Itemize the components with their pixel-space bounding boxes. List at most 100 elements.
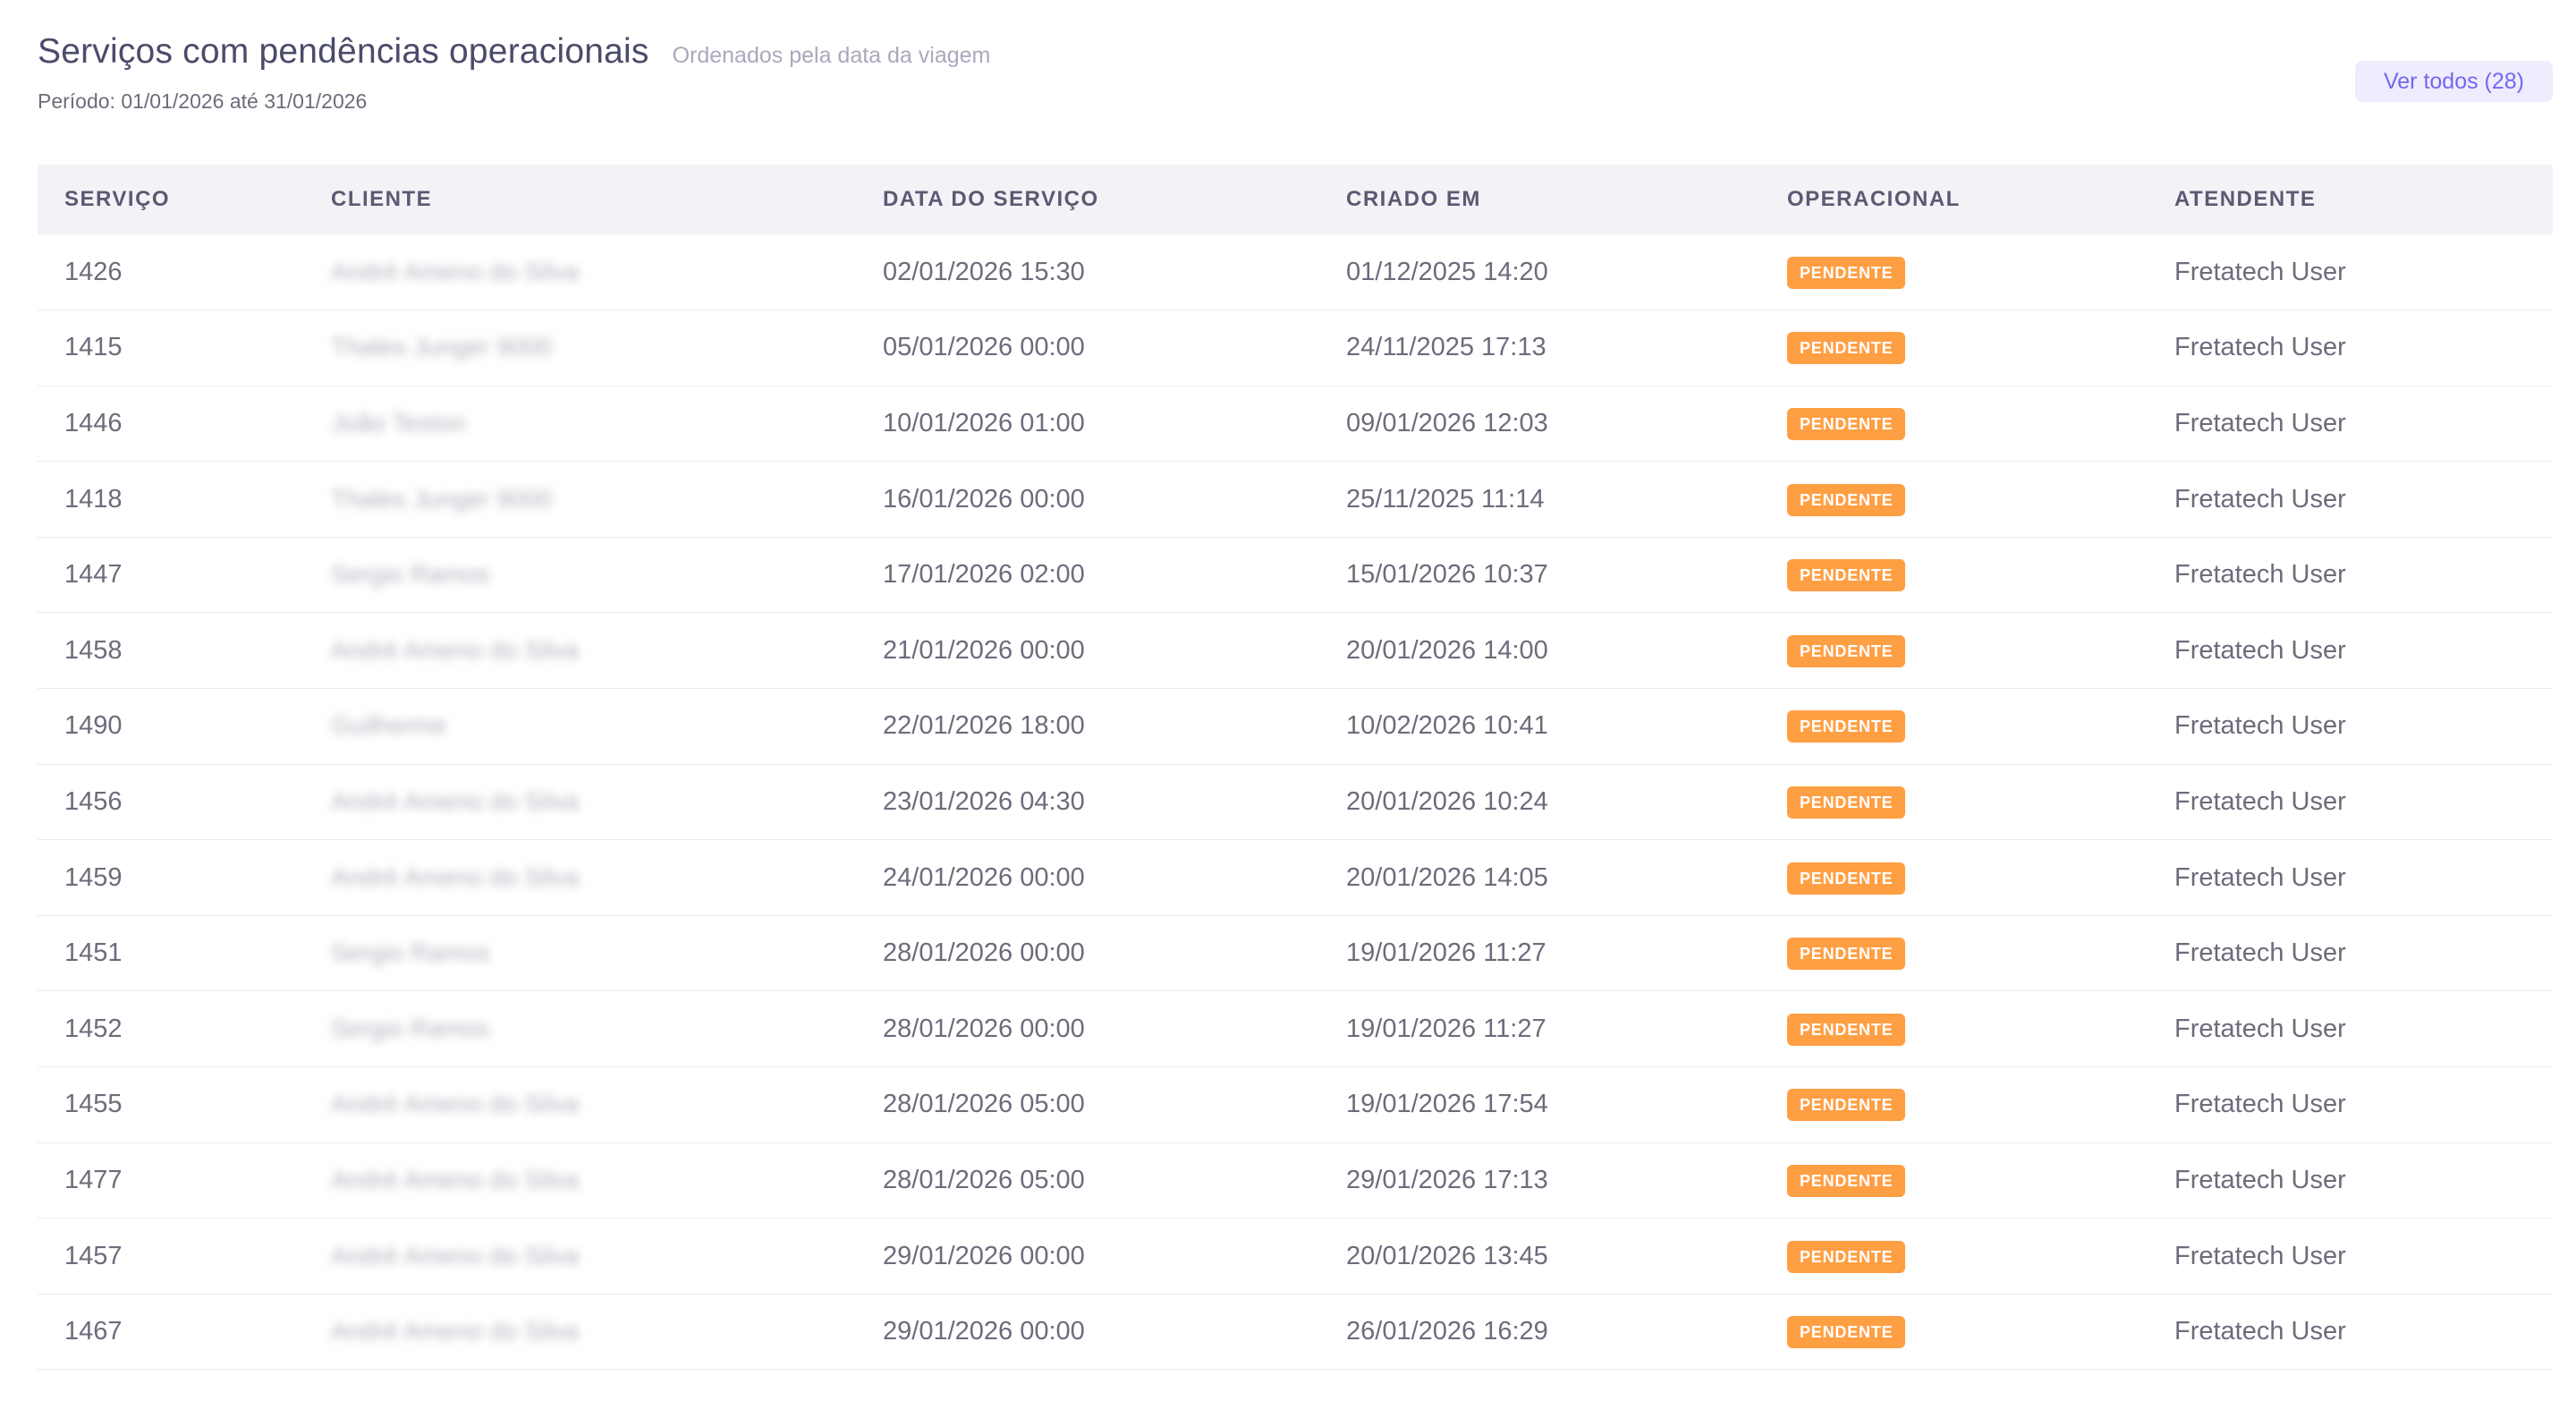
cell-created-at: 19/01/2026 11:27 — [1346, 938, 1546, 968]
client-name: André Ameno do Silva — [331, 635, 580, 664]
cell-service: 1455 — [64, 1090, 123, 1119]
cell-attendant: Fretatech User — [2174, 938, 2346, 968]
cell-client: Thales Junger 9000 — [304, 310, 856, 386]
cell-service-date: 23/01/2026 04:30 — [883, 786, 1085, 816]
column-header-attendant[interactable]: ATENDENTE — [2148, 165, 2553, 234]
page-subtitle: Ordenados pela data da viagem — [672, 43, 991, 68]
status-badge: PENDENTE — [1787, 332, 1906, 365]
table-row[interactable]: 1458 André Ameno do Silva 21/01/2026 00:00… — [38, 613, 2553, 689]
cell-service-date: 29/01/2026 00:00 — [883, 1317, 1085, 1346]
status-badge: PENDENTE — [1787, 1164, 1906, 1197]
table-row[interactable]: 1447 Sergio Ramos 17/01/2026 02:00 15/01/20… — [38, 537, 2553, 613]
cell-operational: PENDENTE — [1760, 386, 2148, 462]
cell-created-at: 26/01/2026 16:29 — [1346, 1317, 1548, 1346]
client-name: André Ameno do Silva — [331, 862, 580, 891]
cell-attendant: Fretatech User — [2174, 560, 2346, 590]
column-header-created-at[interactable]: CRIADO EM — [1319, 165, 1760, 234]
cell-service: 1490 — [64, 711, 123, 741]
table-row[interactable]: 1467 André Ameno do Silva 29/01/2026 00:00… — [38, 1294, 2553, 1370]
client-name: André Ameno do Silva — [331, 1165, 580, 1193]
cell-service: 1451 — [64, 938, 123, 968]
table-row[interactable]: 1446 João Teston 10/01/2026 01:00 09/01/202… — [38, 386, 2553, 462]
table-row[interactable]: 1426 André Ameno do Silva 02/01/2026 15:30… — [38, 234, 2553, 310]
card-header: Serviços com pendências operacionais Ord… — [38, 32, 2553, 131]
cell-created-at: 20/01/2026 10:24 — [1346, 786, 1548, 816]
cell-service: 1415 — [64, 333, 123, 362]
cell-client: Guilherme — [304, 689, 856, 765]
cell-operational: PENDENTE — [1760, 1067, 2148, 1143]
cell-created-at: 25/11/2025 11:14 — [1346, 484, 1545, 514]
cell-service: 1418 — [64, 484, 123, 514]
cell-created-at: 19/01/2026 11:27 — [1346, 1014, 1546, 1043]
status-badge: PENDENTE — [1787, 1316, 1906, 1349]
cell-created-at: 29/01/2026 17:13 — [1346, 1165, 1548, 1194]
table-row[interactable]: 1415 Thales Junger 9000 05/01/2026 00:00 24… — [38, 310, 2553, 386]
status-badge: PENDENTE — [1787, 407, 1906, 440]
table-row[interactable]: 1455 André Ameno do Silva 28/01/2026 05:00… — [38, 1067, 2553, 1143]
status-badge: PENDENTE — [1787, 483, 1906, 516]
status-badge: PENDENTE — [1787, 1240, 1906, 1273]
cell-created-at: 20/01/2026 14:00 — [1346, 635, 1548, 665]
cell-operational: PENDENTE — [1760, 1218, 2148, 1295]
cell-attendant: Fretatech User — [2174, 635, 2346, 665]
cell-attendant: Fretatech User — [2174, 786, 2346, 816]
cell-attendant: Fretatech User — [2174, 1241, 2346, 1270]
cell-created-at: 09/01/2026 12:03 — [1346, 408, 1548, 437]
table-row[interactable]: 1459 André Ameno do Silva 24/01/2026 00:00… — [38, 840, 2553, 916]
table-row[interactable]: 1418 Thales Junger 9000 16/01/2026 00:00 25… — [38, 462, 2553, 538]
cell-attendant: Fretatech User — [2174, 484, 2346, 514]
cell-service-date: 28/01/2026 05:00 — [883, 1165, 1085, 1194]
column-header-client[interactable]: CLIENTE — [304, 165, 856, 234]
client-name: Sergio Ramos — [331, 938, 490, 967]
column-header-service[interactable]: SERVIÇO — [38, 165, 304, 234]
cell-operational: PENDENTE — [1760, 613, 2148, 689]
table-row[interactable]: 1456 André Ameno do Silva 23/01/2026 04:30… — [38, 764, 2553, 840]
status-badge: PENDENTE — [1787, 256, 1906, 289]
cell-client: André Ameno do Silva — [304, 1067, 856, 1143]
cell-service-date: 29/01/2026 00:00 — [883, 1241, 1085, 1270]
cell-attendant: Fretatech User — [2174, 408, 2346, 437]
client-name: Sergio Ramos — [331, 1014, 490, 1042]
table-row[interactable]: 1451 Sergio Ramos 28/01/2026 00:00 19/01/20… — [38, 915, 2553, 991]
cell-operational: PENDENTE — [1760, 915, 2148, 991]
column-header-service-date[interactable]: DATA DO SERVIÇO — [856, 165, 1319, 234]
status-badge: PENDENTE — [1787, 938, 1906, 971]
cell-operational: PENDENTE — [1760, 689, 2148, 765]
cell-service-date: 28/01/2026 00:00 — [883, 938, 1085, 968]
cell-client: André Ameno do Silva — [304, 840, 856, 916]
cell-service: 1446 — [64, 408, 123, 437]
cell-service-date: 22/01/2026 18:00 — [883, 711, 1085, 741]
cell-service: 1426 — [64, 257, 123, 286]
status-badge: PENDENTE — [1787, 559, 1906, 592]
cell-client: André Ameno do Silva — [304, 1142, 856, 1218]
view-all-button[interactable]: Ver todos (28) — [2354, 61, 2553, 102]
cell-client: Sergio Ramos — [304, 991, 856, 1067]
status-badge: PENDENTE — [1787, 1013, 1906, 1046]
cell-service-date: 24/01/2026 00:00 — [883, 862, 1085, 892]
table-row[interactable]: 1477 André Ameno do Silva 28/01/2026 05:00… — [38, 1142, 2553, 1218]
table-row[interactable]: 1457 André Ameno do Silva 29/01/2026 00:00… — [38, 1218, 2553, 1295]
column-header-operational[interactable]: OPERACIONAL — [1760, 165, 2148, 234]
page-title: Serviços com pendências operacionais — [38, 32, 649, 71]
status-badge: PENDENTE — [1787, 710, 1906, 743]
cell-attendant: Fretatech User — [2174, 862, 2346, 892]
table-row[interactable]: 1490 Guilherme 22/01/2026 18:00 10/02/2026 … — [38, 689, 2553, 765]
status-badge: PENDENTE — [1787, 785, 1906, 819]
cell-client: Sergio Ramos — [304, 537, 856, 613]
table-row[interactable]: 1452 Sergio Ramos 28/01/2026 00:00 19/01/20… — [38, 991, 2553, 1067]
cell-created-at: 15/01/2026 10:37 — [1346, 560, 1548, 590]
cell-attendant: Fretatech User — [2174, 1317, 2346, 1346]
cell-attendant: Fretatech User — [2174, 1165, 2346, 1194]
cell-client: André Ameno do Silva — [304, 764, 856, 840]
table-header-row: SERVIÇO CLIENTE DATA DO SERVIÇO CRIADO E… — [38, 165, 2553, 234]
client-name: Sergio Ramos — [331, 560, 490, 589]
cell-client: André Ameno do Silva — [304, 613, 856, 689]
cell-created-at: 20/01/2026 13:45 — [1346, 1241, 1548, 1270]
cell-operational: PENDENTE — [1760, 991, 2148, 1067]
cell-service: 1458 — [64, 635, 123, 665]
cell-operational: PENDENTE — [1760, 1294, 2148, 1370]
cell-operational: PENDENTE — [1760, 1142, 2148, 1218]
cell-service: 1459 — [64, 862, 123, 892]
cell-service-date: 05/01/2026 00:00 — [883, 333, 1085, 362]
cell-created-at: 19/01/2026 17:54 — [1346, 1090, 1548, 1119]
